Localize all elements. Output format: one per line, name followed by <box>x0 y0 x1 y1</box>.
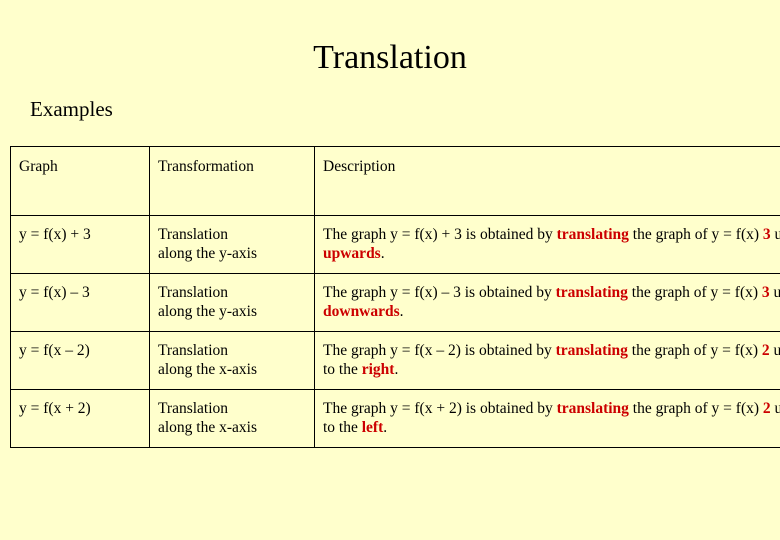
description-emphasis-direction: upwards <box>323 245 381 262</box>
transformation-line-2: along the y-axis <box>158 303 258 320</box>
cell-description: The graph y = f(x + 2) is obtained by tr… <box>314 389 780 448</box>
description-emphasis-translating: translating <box>555 284 628 301</box>
description-emphasis-translating: translating <box>556 226 629 243</box>
cell-graph: y = f(x) + 3 <box>10 215 150 274</box>
page-title: Translation <box>313 39 467 76</box>
table-row: y = f(x + 2) Translation along the x-axi… <box>10 389 780 448</box>
table-row: y = f(x – 2) Translation along the x-axi… <box>10 331 780 390</box>
cell-transformation: Translation along the y-axis <box>149 273 315 332</box>
description-text-part-1: The graph y = f(x – 2) is obtained by <box>323 342 556 359</box>
slide: Translation Examples Graph Transformatio… <box>0 0 780 540</box>
cell-graph: y = f(x – 2) <box>10 331 150 390</box>
transformation-line-1: Translation <box>158 342 229 359</box>
description-text-part-1: The graph y = f(x) – 3 is obtained by <box>323 284 556 301</box>
transformation-line-1: Translation <box>158 284 229 301</box>
table-row: y = f(x) + 3 Translation along the y-axi… <box>10 215 780 274</box>
transformation-line-1: Translation <box>158 400 229 417</box>
description-text-part-2: the graph of y = f(x) <box>628 400 763 417</box>
description-text-part-4: . <box>394 361 399 378</box>
cell-description: The graph y = f(x – 2) is obtained by tr… <box>314 331 780 390</box>
cell-description: The graph y = f(x) + 3 is obtained by tr… <box>314 215 780 274</box>
description-text-part-1: The graph y = f(x) + 3 is obtained by <box>323 226 557 243</box>
cell-transformation: Translation along the x-axis <box>149 389 315 448</box>
description-text-part-4: . <box>380 245 385 262</box>
cell-description: The graph y = f(x) – 3 is obtained by tr… <box>314 273 780 332</box>
description-emphasis-units: 2 <box>762 400 771 417</box>
transformation-line-1: Translation <box>158 226 229 243</box>
description-emphasis-units: 3 <box>761 284 770 301</box>
description-text-part-2: the graph of y = f(x) <box>627 342 762 359</box>
column-header-description: Description <box>314 146 780 216</box>
cell-graph: y = f(x) – 3 <box>10 273 150 332</box>
description-text-part-2: the graph of y = f(x) <box>628 226 763 243</box>
description-text-part-4: . <box>383 419 388 436</box>
column-header-transformation: Transformation <box>149 146 315 216</box>
cell-graph: y = f(x + 2) <box>10 389 150 448</box>
transformation-line-2: along the x-axis <box>158 419 258 436</box>
cell-transformation: Translation along the x-axis <box>149 331 315 390</box>
examples-table-container: Graph Transformation Description y = f(x… <box>10 146 780 448</box>
description-text-part-3: units <box>773 284 780 301</box>
description-emphasis-translating: translating <box>556 400 629 417</box>
description-emphasis-direction: right <box>361 361 395 378</box>
description-text-part-1: The graph y = f(x + 2) is obtained by <box>323 400 557 417</box>
examples-table: Graph Transformation Description y = f(x… <box>10 146 780 448</box>
transformation-line-2: along the y-axis <box>158 245 258 262</box>
column-header-graph: Graph <box>10 146 150 216</box>
description-emphasis-units: 3 <box>762 226 771 243</box>
transformation-line-2: along the x-axis <box>158 361 258 378</box>
table-row: y = f(x) – 3 Translation along the y-axi… <box>10 273 780 332</box>
cell-transformation: Translation along the y-axis <box>149 215 315 274</box>
section-subtitle: Examples <box>30 97 113 121</box>
description-emphasis-units: 2 <box>761 342 770 359</box>
description-text-part-4: . <box>399 303 404 320</box>
description-emphasis-direction: left <box>361 419 384 436</box>
description-text-part-3: units <box>774 226 780 243</box>
table-header-row: Graph Transformation Description <box>10 146 780 216</box>
description-emphasis-translating: translating <box>555 342 628 359</box>
description-text-part-2: the graph of y = f(x) <box>627 284 762 301</box>
description-emphasis-direction: downwards <box>323 303 400 320</box>
